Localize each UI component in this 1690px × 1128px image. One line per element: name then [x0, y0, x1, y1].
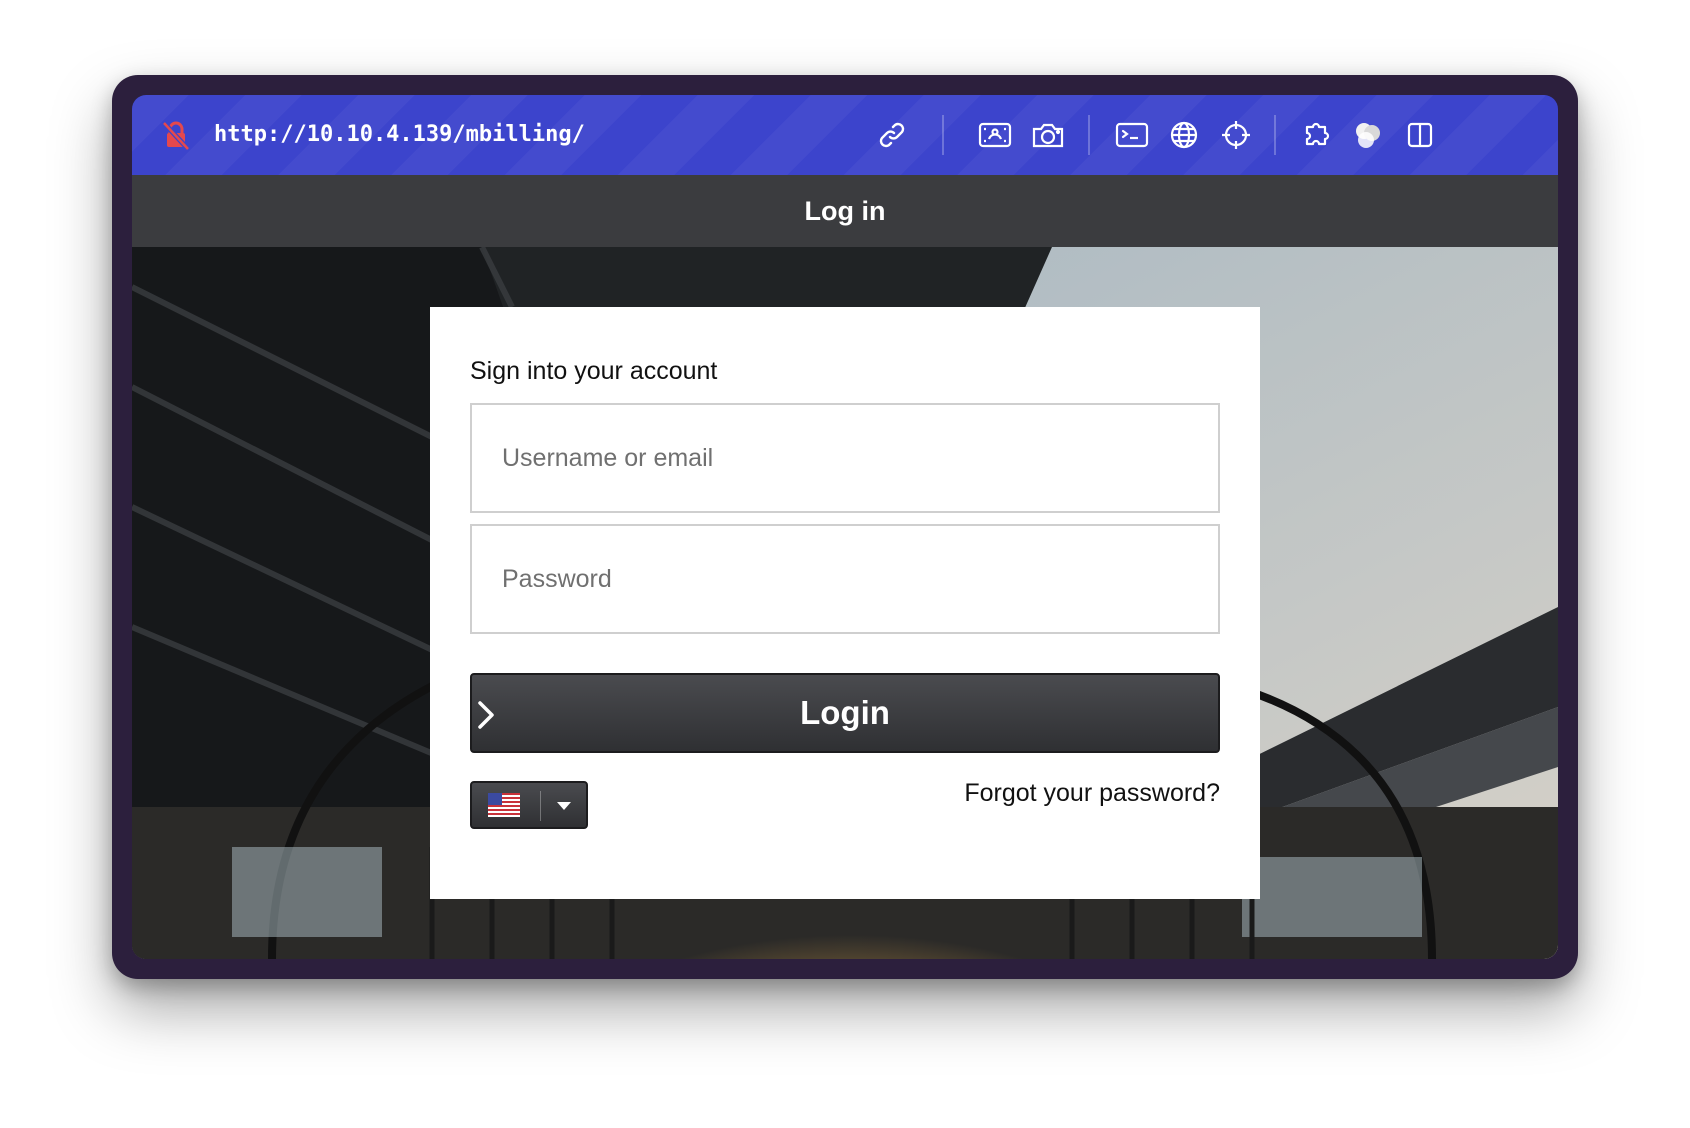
- select-divider: [540, 791, 541, 821]
- login-button-label: Login: [800, 694, 890, 731]
- camera-icon[interactable]: [1028, 115, 1068, 155]
- forgot-password-link[interactable]: Forgot your password?: [964, 779, 1220, 808]
- username-input[interactable]: [470, 403, 1220, 513]
- url-bar[interactable]: http://10.10.4.139/mbilling/: [214, 117, 585, 153]
- theme-icon[interactable]: [1348, 115, 1388, 155]
- login-card: Sign into your account Login: [430, 307, 1260, 899]
- login-heading: Sign into your account: [470, 357, 718, 385]
- screenshot-region-icon[interactable]: [975, 115, 1015, 155]
- browser-screen: http://10.10.4.139/mbilling/ Log in Sign…: [132, 95, 1558, 959]
- browser-toolbar: http://10.10.4.139/mbilling/: [132, 95, 1558, 175]
- caret-down-icon: [557, 802, 571, 810]
- login-button[interactable]: Login: [470, 673, 1220, 753]
- crosshair-icon[interactable]: [1216, 115, 1256, 155]
- toolbar-divider: [1088, 115, 1090, 155]
- toolbar-divider: [942, 115, 944, 155]
- device-frame: http://10.10.4.139/mbilling/ Log in Sign…: [112, 75, 1578, 979]
- not-secure-lock-icon[interactable]: [160, 119, 192, 151]
- language-select[interactable]: [470, 781, 588, 829]
- us-flag-icon: [488, 793, 520, 817]
- terminal-icon[interactable]: [1112, 115, 1152, 155]
- link-icon[interactable]: [872, 115, 912, 155]
- background-photo: Sign into your account Login: [132, 247, 1558, 959]
- page-header: Log in: [132, 175, 1558, 247]
- password-input[interactable]: [470, 524, 1220, 634]
- split-view-icon[interactable]: [1400, 115, 1440, 155]
- chevron-right-icon: [478, 701, 494, 729]
- extensions-icon[interactable]: [1296, 115, 1336, 155]
- globe-icon[interactable]: [1164, 115, 1204, 155]
- toolbar-divider: [1274, 115, 1276, 155]
- page-title: Log in: [804, 195, 886, 226]
